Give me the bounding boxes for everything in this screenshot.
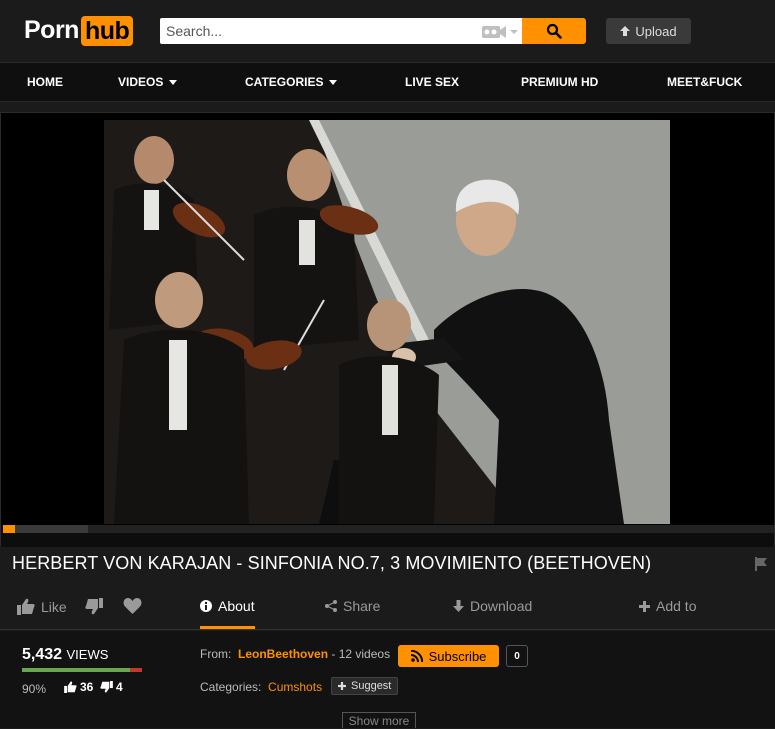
chevron-down-icon [329,80,338,86]
share-label: Share [343,598,381,614]
nav-label-categories: CATEGORIES [245,75,324,89]
subscriber-count: 0 [506,645,528,667]
nav-item-premium-hd[interactable]: PREMIUM HD [521,63,598,101]
rating-bar [22,668,142,672]
like-button[interactable]: Like [17,598,67,615]
search-input[interactable] [160,18,460,44]
views-label: VIEWS [66,647,109,662]
plus-icon [338,682,346,690]
dislike-button[interactable] [85,598,103,615]
tab-add-to[interactable]: Add to [639,598,696,614]
plus-icon [639,600,650,612]
category-link[interactable]: Cumshots [268,680,322,694]
thumbs-down-icon [100,681,113,693]
from-label: From: [200,647,232,661]
rating-bar-fill [22,668,130,672]
categories-line: Categories: Cumshots [200,680,322,694]
search-button[interactable] [522,18,586,44]
download-icon [453,600,464,612]
progress-buffered [3,525,88,533]
download-label: Download [470,598,533,614]
rss-icon [410,650,423,662]
nav-item-videos[interactable]: VIDEOS [118,63,178,101]
progress-played [3,525,15,533]
search-box [160,18,522,44]
share-icon [325,600,337,612]
video-frame[interactable] [104,120,670,524]
subscribe-button[interactable]: Subscribe [398,645,499,667]
thumbs-up-icon [64,681,77,693]
nav-label-home: HOME [27,75,63,89]
info-icon [200,600,212,612]
suggest-label: Suggest [351,680,392,692]
main-nav: HOME VIDEOS CATEGORIES LIVE SEX PREMIUM … [0,62,775,102]
show-more-button[interactable]: Show more [342,712,416,728]
nav-item-meet-fuck[interactable]: MEET&FUCK [667,63,742,101]
thumbs-up-number: 36 [80,680,94,694]
uploader-link[interactable]: LeonBeethoven [238,647,328,661]
suggest-category-button[interactable]: Suggest [331,677,399,695]
progress-bar[interactable] [3,525,774,533]
video-player[interactable] [0,112,775,547]
nav-item-home[interactable]: HOME [27,63,63,101]
nav-item-categories[interactable]: CATEGORIES [245,63,338,101]
views-count: 5,432 VIEWS [22,646,108,664]
search-icon [546,23,562,39]
about-label: About [218,598,255,614]
views-number: 5,432 [22,646,63,663]
camera-search-icon[interactable] [480,22,520,40]
like-label: Like [41,598,67,615]
add-to-label: Add to [656,598,697,614]
nav-label-premium-hd: PREMIUM HD [521,75,599,89]
uploader-line: From: LeonBeethoven - 12 videos [200,647,390,661]
site-logo[interactable]: Porn hub [24,15,134,46]
video-title: HERBERT VON KARAJAN - SINFONIA NO.7, 3 M… [12,553,652,573]
subscribe-label: Subscribe [428,648,487,664]
tab-download[interactable]: Download [453,598,532,614]
nav-item-live-sex[interactable]: LIVE SEX [405,63,459,101]
nav-label-videos: VIDEOS [118,75,164,89]
thumbs-down-icon [85,598,103,615]
logo-text-part1: Porn [24,16,79,44]
thumbs-up-count: 36 [64,680,93,694]
active-tab-indicator [200,626,255,629]
thumbs-down-count: 4 [100,680,123,694]
thumbs-down-number: 4 [116,680,123,694]
thumbs-up-icon [17,598,35,615]
top-header: Porn hub Upload [0,0,775,62]
action-bar: Like About Share Download Add to [0,588,775,630]
chevron-down-icon [169,80,178,86]
flag-icon[interactable] [755,557,767,576]
nav-label-meet-fuck: MEET&FUCK [667,75,743,89]
nav-label-live-sex: LIVE SEX [405,75,460,89]
logo-text-part2: hub [80,15,134,46]
video-still-image [104,120,670,524]
tab-about[interactable]: About [200,598,255,614]
heart-icon [123,598,142,614]
tab-share[interactable]: Share [325,598,380,614]
upload-button[interactable]: Upload [606,18,691,44]
upload-arrow-icon [620,25,631,36]
categories-label: Categories: [200,680,262,694]
favorite-button[interactable] [123,598,142,615]
uploader-video-count: - 12 videos [331,647,391,661]
rating-percent: 90% [22,682,47,696]
player-controls [1,525,774,547]
upload-label: Upload [635,23,677,39]
